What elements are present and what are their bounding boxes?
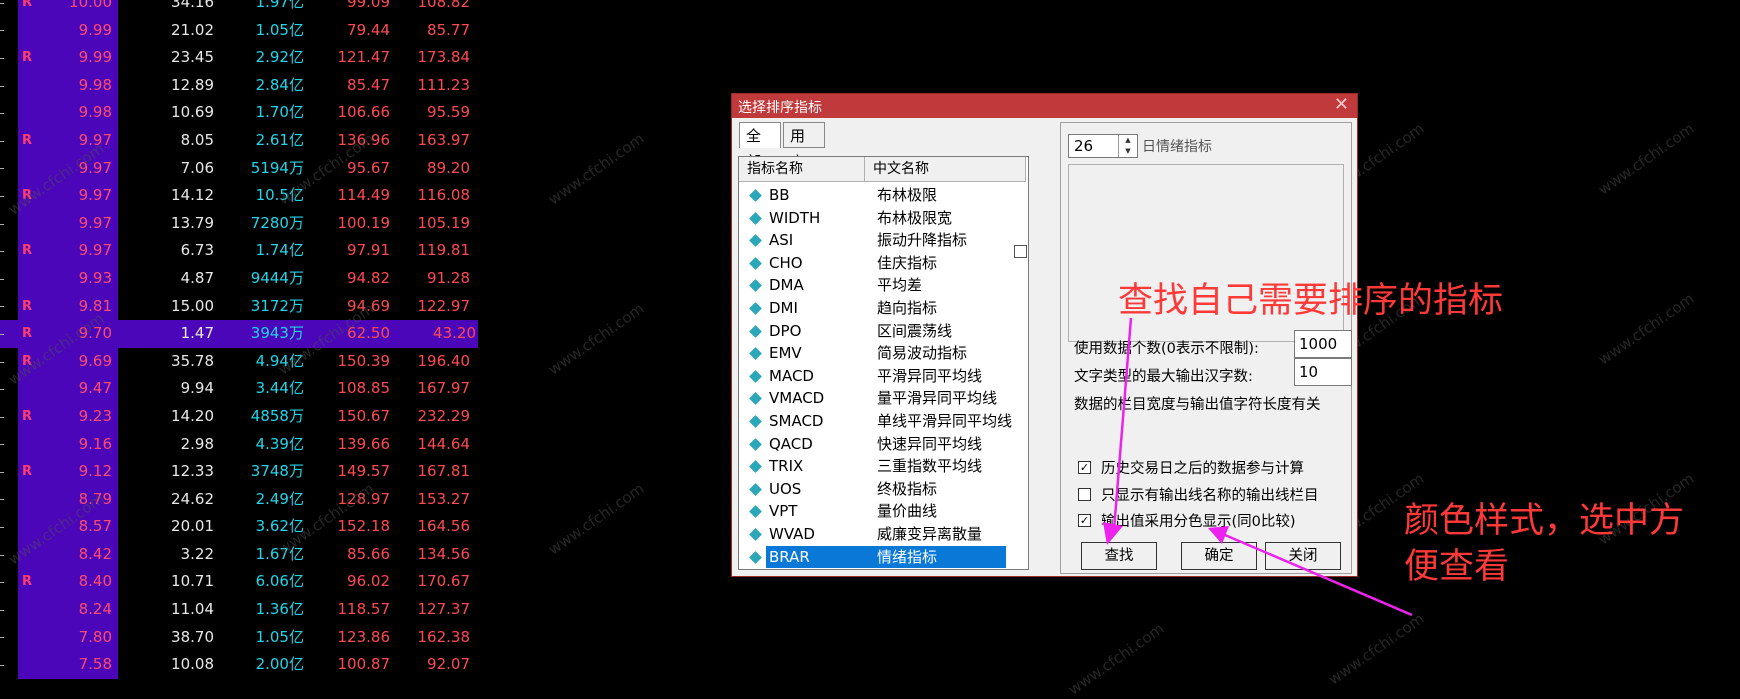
color-arrow-line [1224,533,1413,617]
find-arrow-line [1112,317,1133,531]
row-tick [0,665,4,667]
annotation-arrows [1103,317,1413,617]
find-arrow-head [1103,522,1123,545]
